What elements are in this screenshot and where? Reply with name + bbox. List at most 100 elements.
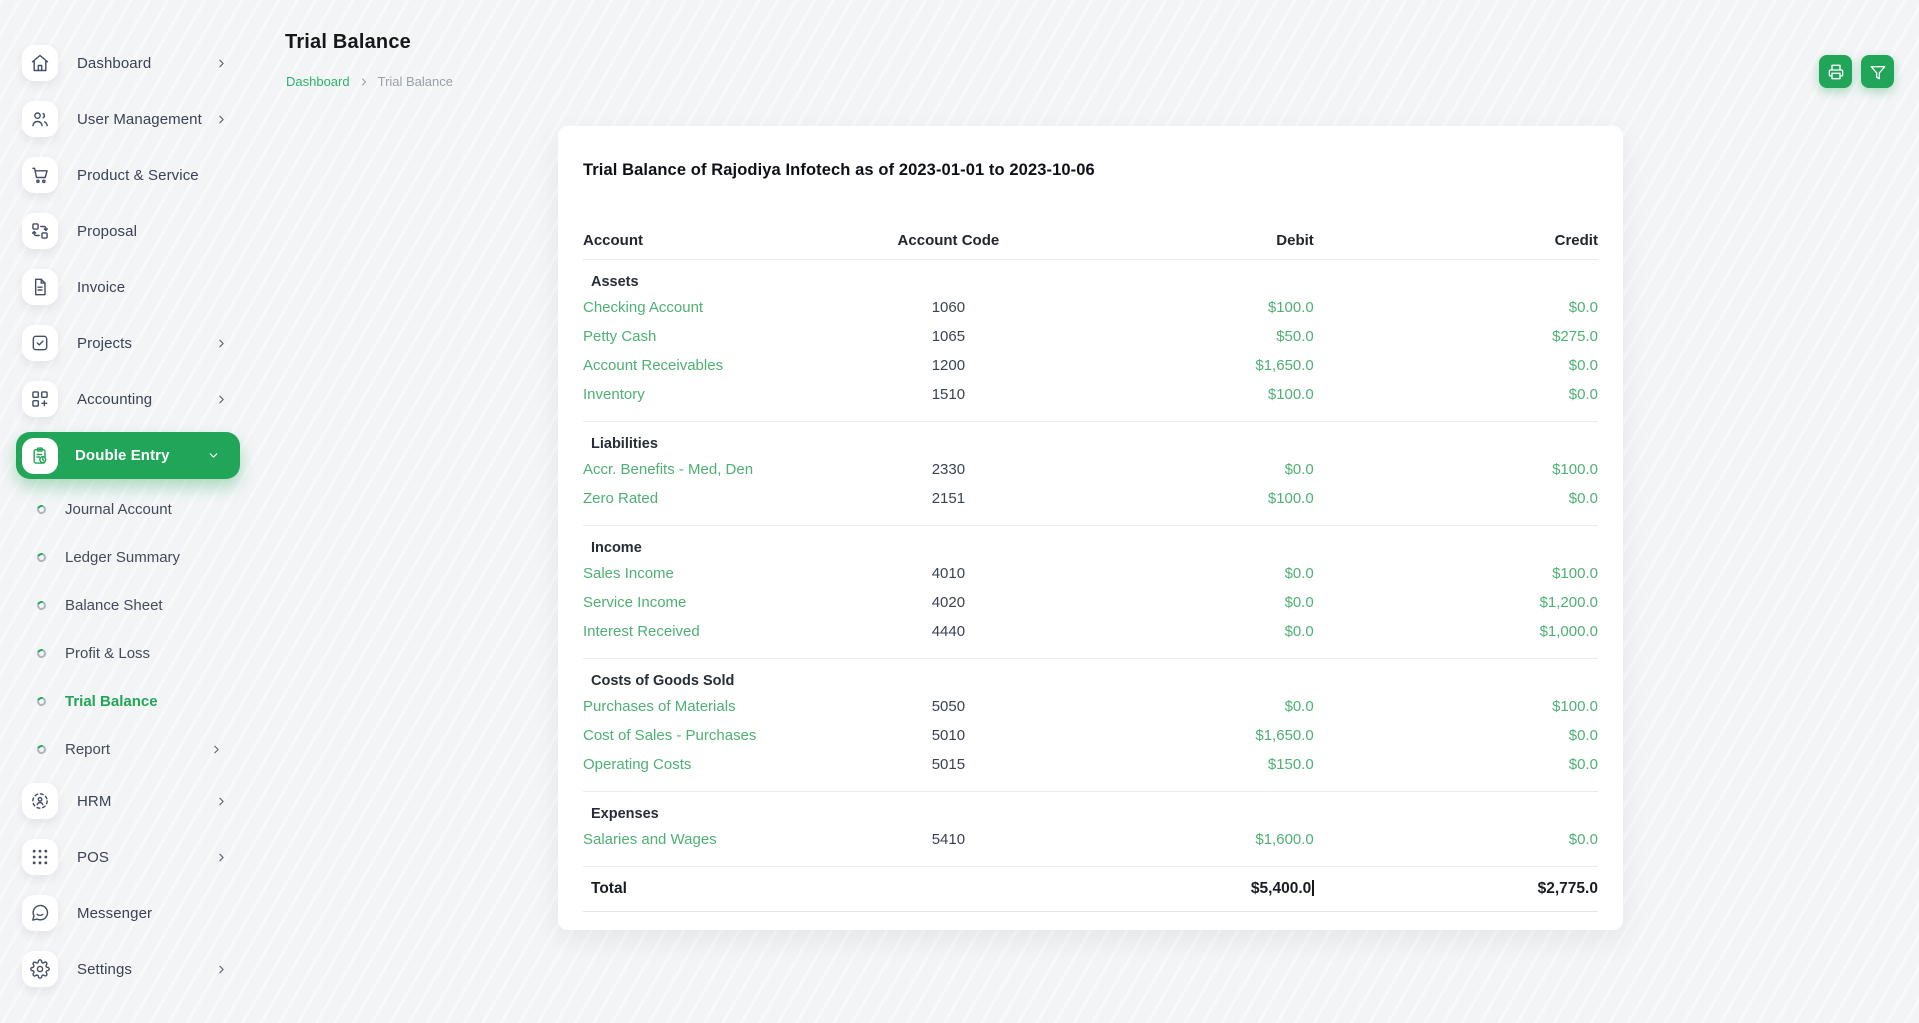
report-heading: Trial Balance of Rajodiya Infotech as of… (583, 161, 1598, 180)
users-icon (22, 101, 58, 137)
sidebar-item-label: Accounting (77, 391, 152, 408)
account-link[interactable]: Operating Costs (583, 756, 867, 773)
sidebar-item-proposal[interactable]: Proposal (0, 203, 256, 259)
debit-value: $1,650.0 (1030, 357, 1314, 374)
sidebar-item-label: Dashboard (77, 55, 151, 72)
sidebar-subitem-balance-sheet[interactable]: Balance Sheet (0, 581, 256, 629)
credit-value: $100.0 (1314, 565, 1598, 582)
table-row: Inventory1510$100.0$0.0 (583, 380, 1598, 409)
sidebar-item-accounting[interactable]: Accounting (0, 371, 256, 427)
account-code: 1065 (867, 328, 1029, 345)
sidebar-subitem-trial-balance[interactable]: Trial Balance (0, 677, 256, 725)
sidebar-subitem-profit-loss[interactable]: Profit & Loss (0, 629, 256, 677)
account-link[interactable]: Account Receivables (583, 357, 867, 374)
account-code: 4010 (867, 565, 1029, 582)
credit-value: $0.0 (1314, 357, 1598, 374)
account-link[interactable]: Purchases of Materials (583, 698, 867, 715)
credit-value: $0.0 (1314, 756, 1598, 773)
debit-value: $0.0 (1030, 623, 1314, 640)
section-costs-of-goods-sold: Costs of Goods Sold Purchases of Material… (583, 659, 1598, 792)
sidebar-item-label: User Management (77, 111, 202, 128)
table-row: Operating Costs5015$150.0$0.0 (583, 750, 1598, 779)
credit-value: $0.0 (1314, 299, 1598, 316)
trial-balance-table: AccountAccount CodeDebitCreditAssetsChec… (583, 226, 1598, 912)
account-link[interactable]: Petty Cash (583, 328, 867, 345)
sidebar-item-hrm[interactable]: HRM (0, 773, 256, 829)
breadcrumb-dashboard-link[interactable]: Dashboard (286, 74, 350, 89)
sidebar-subitem-label: Profit & Loss (65, 645, 150, 662)
account-link[interactable]: Service Income (583, 594, 867, 611)
section-income: IncomeSales Income4010$0.0$100.0Service … (583, 526, 1598, 659)
bullet-icon (36, 503, 48, 515)
print-button[interactable] (1819, 55, 1852, 88)
chevron-right-icon (215, 393, 228, 406)
table-row: Petty Cash1065$50.0$275.0 (583, 322, 1598, 351)
sidebar-item-label: Proposal (77, 223, 137, 240)
sidebar-item-label: Product & Service (77, 167, 199, 184)
sidebar-item-label: HRM (77, 793, 111, 810)
account-link[interactable]: Interest Received (583, 623, 867, 640)
table-row: Zero Rated2151$100.0$0.0 (583, 484, 1598, 513)
credit-value: $1,000.0 (1314, 623, 1598, 640)
credit-value: $0.0 (1314, 831, 1598, 848)
main-content: Trial Balance Dashboard Trial Balance Tr… (256, 0, 1919, 1023)
account-code: 2330 (867, 461, 1029, 478)
debit-value: $100.0 (1030, 386, 1314, 403)
credit-value: $0.0 (1314, 386, 1598, 403)
account-link[interactable]: Salaries and Wages (583, 831, 867, 848)
table-row: Service Income4020$0.0$1,200.0 (583, 588, 1598, 617)
account-link[interactable]: Inventory (583, 386, 867, 403)
sidebar-item-pos[interactable]: POS (0, 829, 256, 885)
hrm-icon (22, 783, 58, 819)
group-label: Costs of Goods Sold (583, 659, 1598, 692)
sidebar-item-projects[interactable]: Projects (0, 315, 256, 371)
total-row: Total$5,400.0$2,775.0 (583, 867, 1598, 912)
sidebar-item-label: Messenger (77, 905, 152, 922)
debit-value: $0.0 (1030, 594, 1314, 611)
group-label: Liabilities (583, 422, 1598, 455)
double-entry-submenu: Journal AccountLedger SummaryBalance She… (0, 485, 256, 773)
account-link[interactable]: Cost of Sales - Purchases (583, 727, 867, 744)
column-header-debit: Debit (1030, 232, 1314, 249)
account-code: 4020 (867, 594, 1029, 611)
chevron-right-icon (215, 963, 228, 976)
account-link[interactable]: Accr. Benefits - Med, Den (583, 461, 867, 478)
section-liabilities: Liabilities Accr. Benefits - Med, Den2330… (583, 422, 1598, 526)
credit-value: $100.0 (1314, 461, 1598, 478)
sidebar-item-dashboard[interactable]: Dashboard (0, 35, 256, 91)
sidebar-subitem-label: Report (65, 741, 110, 758)
account-code: 1060 (867, 299, 1029, 316)
home-icon (22, 45, 58, 81)
sidebar-subitem-journal-account[interactable]: Journal Account (0, 485, 256, 533)
column-header-credit: Credit (1314, 232, 1598, 249)
chevron-right-icon (215, 795, 228, 808)
sidebar-item-invoice[interactable]: Invoice (0, 259, 256, 315)
invoice-icon (22, 269, 58, 305)
debit-value: $100.0 (1030, 490, 1314, 507)
column-header-account: Account (583, 232, 867, 249)
filter-icon (1870, 64, 1886, 80)
chevron-right-icon (215, 113, 228, 126)
debit-value: $1,650.0 (1030, 727, 1314, 744)
account-code: 5410 (867, 831, 1029, 848)
filter-button[interactable] (1861, 55, 1894, 88)
sidebar-subitem-ledger-summary[interactable]: Ledger Summary (0, 533, 256, 581)
sidebar-item-settings[interactable]: Settings (0, 941, 256, 997)
account-link[interactable]: Checking Account (583, 299, 867, 316)
debit-value: $0.0 (1030, 565, 1314, 582)
account-code: 1200 (867, 357, 1029, 374)
chevron-right-icon (215, 337, 228, 350)
breadcrumb-current: Trial Balance (378, 74, 453, 89)
sidebar-item-double-entry[interactable]: Double Entry (16, 432, 240, 479)
proposal-icon (22, 213, 58, 249)
credit-value: $100.0 (1314, 698, 1598, 715)
account-link[interactable]: Zero Rated (583, 490, 867, 507)
account-link[interactable]: Sales Income (583, 565, 867, 582)
sidebar-item-product-service[interactable]: Product & Service (0, 147, 256, 203)
sidebar-item-user-management[interactable]: User Management (0, 91, 256, 147)
breadcrumb: Dashboard Trial Balance (286, 74, 453, 89)
total-credit: $2,775.0 (1314, 880, 1598, 898)
sidebar-item-messenger[interactable]: Messenger (0, 885, 256, 941)
column-header-account-code: Account Code (867, 232, 1029, 249)
sidebar-subitem-report[interactable]: Report (0, 725, 256, 773)
